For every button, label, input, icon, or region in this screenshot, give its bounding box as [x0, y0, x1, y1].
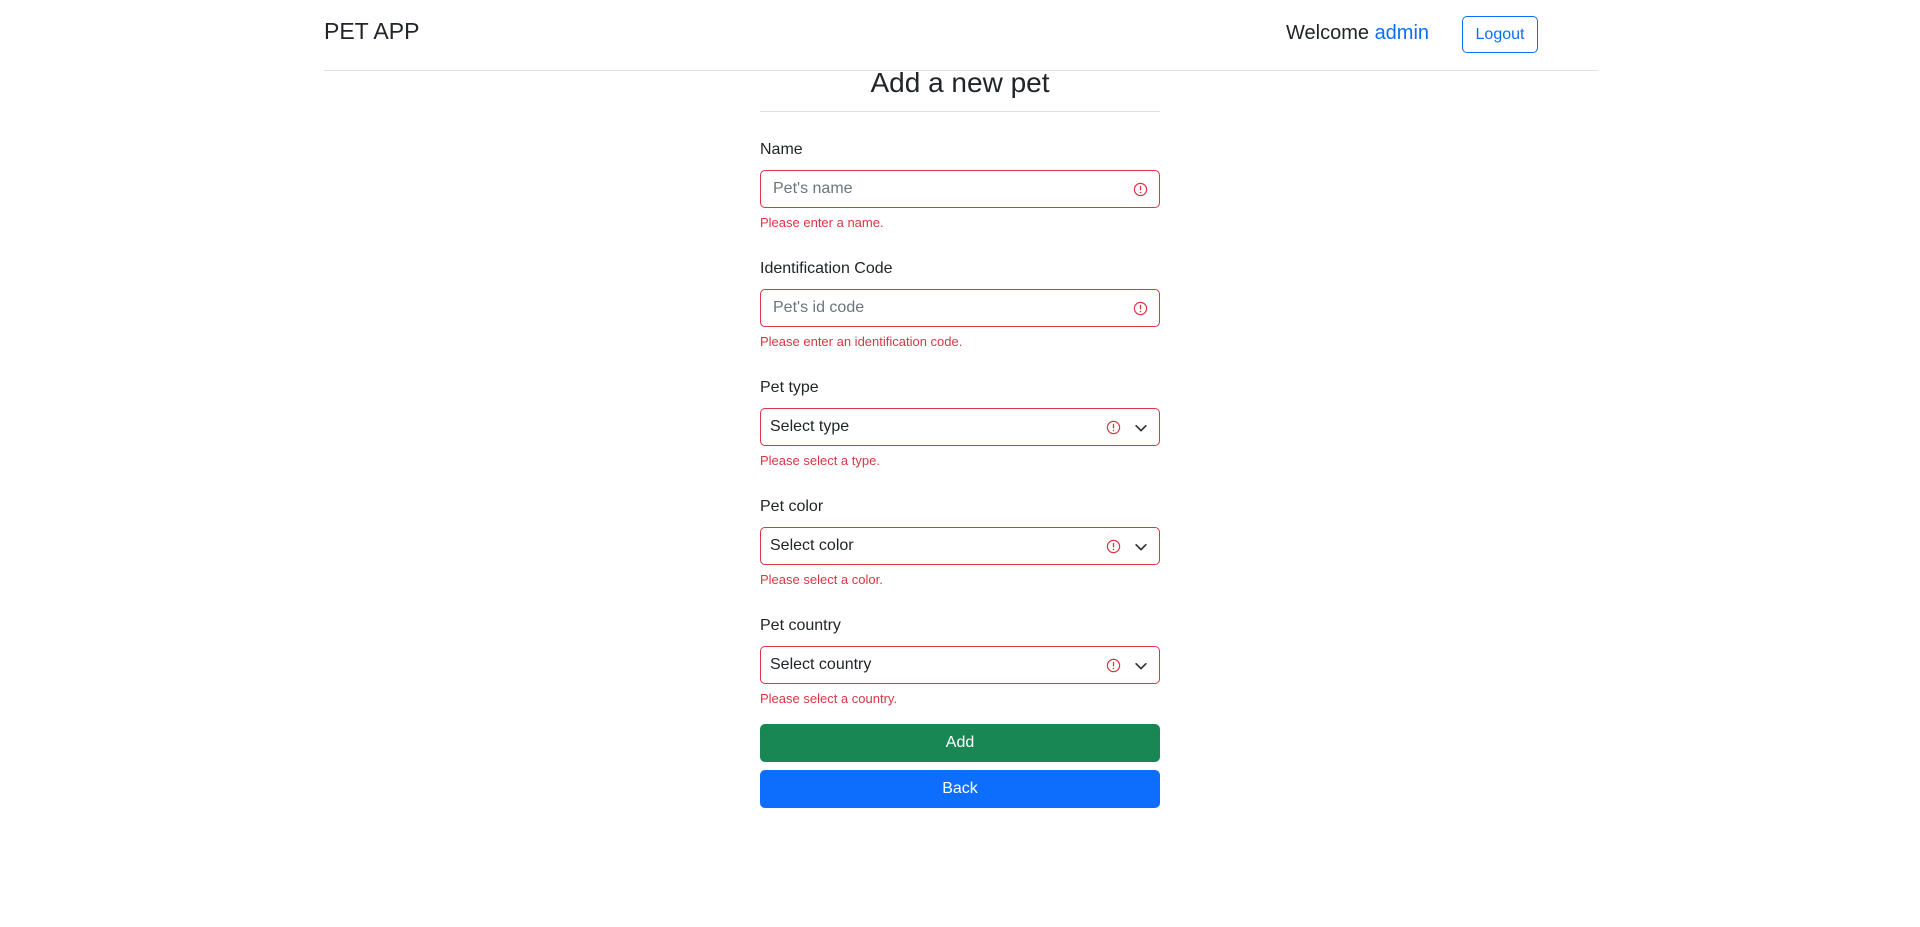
pet-color-label: Pet color — [760, 498, 824, 515]
add-pet-form: Add a new pet Name Please enter a name. … — [760, 62, 1160, 808]
pet-type-label: Pet type — [760, 379, 819, 396]
id-code-label: Identification Code — [760, 260, 893, 277]
name-input[interactable] — [761, 180, 1101, 198]
brand-title[interactable]: PET APP — [324, 18, 419, 45]
pet-country-selected: Select country — [770, 656, 872, 673]
name-field — [760, 170, 1160, 208]
welcome-text: Welcome — [1286, 22, 1369, 44]
name-error: Please enter a name. — [760, 215, 884, 230]
exclamation-circle-icon — [1106, 420, 1121, 435]
exclamation-circle-icon — [1133, 301, 1148, 316]
logout-button[interactable]: Logout — [1462, 16, 1538, 53]
pet-type-select[interactable]: Select type — [760, 408, 1160, 446]
exclamation-circle-icon — [1106, 539, 1121, 554]
pet-color-select[interactable]: Select color — [760, 527, 1160, 565]
exclamation-circle-icon — [1133, 182, 1148, 197]
add-button[interactable]: Add — [760, 724, 1160, 762]
pet-country-select[interactable]: Select country — [760, 646, 1160, 684]
chevron-down-icon — [1135, 424, 1147, 432]
pet-country-label: Pet country — [760, 617, 841, 634]
id-code-input[interactable] — [761, 299, 1101, 317]
name-label: Name — [760, 141, 803, 158]
welcome-message: Welcome admin — [1286, 22, 1429, 45]
chevron-down-icon — [1135, 662, 1147, 670]
pet-color-error: Please select a color. — [760, 572, 883, 587]
back-button[interactable]: Back — [760, 770, 1160, 808]
id-code-error: Please enter an identification code. — [760, 334, 963, 349]
navbar: PET APP Welcome admin Logout — [324, 0, 1598, 71]
pet-type-error: Please select a type. — [760, 453, 880, 468]
exclamation-circle-icon — [1106, 658, 1121, 673]
id-code-field — [760, 289, 1160, 327]
pet-country-error: Please select a country. — [760, 691, 898, 706]
username-link[interactable]: admin — [1375, 22, 1429, 44]
chevron-down-icon — [1135, 543, 1147, 551]
page-title: Add a new pet — [760, 62, 1160, 112]
pet-color-selected: Select color — [770, 537, 854, 554]
pet-type-selected: Select type — [770, 418, 850, 435]
